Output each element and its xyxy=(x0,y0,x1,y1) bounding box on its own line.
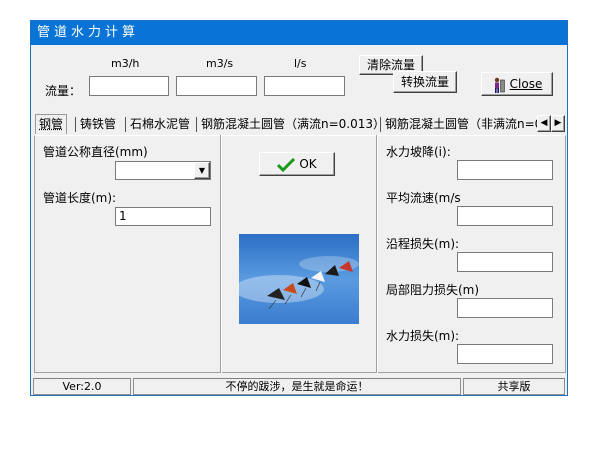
tab-scroll-right-button[interactable]: ▶ xyxy=(551,115,565,132)
unit-label-m3h: m3/h xyxy=(111,57,140,70)
tab-divider xyxy=(75,117,76,132)
tab-divider xyxy=(196,117,197,132)
status-license: 共享版 xyxy=(463,378,565,395)
pipe-type-tabs: 钢管 铸铁管 石棉水泥管 钢筋混凝土圆管（满流n=0.013） 钢筋混凝土圆管（… xyxy=(35,114,565,135)
diameter-select[interactable]: ▼ xyxy=(115,161,211,180)
length-value: 1 xyxy=(119,209,127,223)
tab-steel-pipe[interactable]: 钢管 xyxy=(35,114,68,134)
tab-cast-iron-pipe[interactable]: 铸铁管 xyxy=(77,115,119,133)
unit-label-ls: l/s xyxy=(294,57,307,70)
local-loss-label: 局部阻力损失(m) xyxy=(386,283,480,297)
along-loss-label: 沿程损失(m): xyxy=(386,237,460,251)
app-window: 管道水力计算 m3/h m3/s l/s 流量： 清除流量 转换流量 Close… xyxy=(30,20,568,396)
panel-divider-right xyxy=(376,135,378,373)
flow-m3h-input[interactable] xyxy=(89,76,169,96)
kites-image xyxy=(239,234,359,324)
tab-divider xyxy=(380,117,381,132)
diameter-label: 管道公称直径(mm) xyxy=(43,145,148,159)
checkmark-icon xyxy=(277,157,296,172)
tab-divider xyxy=(125,117,126,132)
length-label: 管道长度(m): xyxy=(43,191,117,205)
chevron-down-icon[interactable]: ▼ xyxy=(194,162,210,179)
close-label: Close xyxy=(509,77,543,91)
velocity-output xyxy=(457,206,553,226)
length-input[interactable]: 1 xyxy=(115,207,211,226)
flow-m3s-input[interactable] xyxy=(176,76,257,96)
velocity-label: 平均流速(m/s xyxy=(386,191,461,205)
convert-flow-button[interactable]: 转换流量 xyxy=(393,71,457,93)
slope-output xyxy=(457,160,553,180)
total-loss-output xyxy=(457,344,553,364)
slope-label: 水力坡降(i): xyxy=(386,145,451,159)
tab-concrete-partial-flow[interactable]: 钢筋混凝土圆管（非满流n=0. xyxy=(382,115,544,133)
tab-scroll-left-button[interactable]: ◀ xyxy=(537,115,551,132)
along-loss-output xyxy=(457,252,553,272)
ok-label: OK xyxy=(299,157,317,171)
flow-label: 流量： xyxy=(45,84,82,98)
tab-concrete-full-flow[interactable]: 钢筋混凝土圆管（满流n=0.013） xyxy=(198,115,388,133)
person-icon xyxy=(494,77,505,93)
ok-button[interactable]: OK xyxy=(259,152,335,176)
title-bar: 管道水力计算 xyxy=(31,21,567,45)
local-loss-output xyxy=(457,298,553,318)
unit-label-m3s: m3/s xyxy=(206,57,234,70)
total-loss-label: 水力损失(m): xyxy=(386,329,460,343)
status-motto: 不停的跋涉，是生就是命运！ xyxy=(133,378,461,395)
flow-ls-input[interactable] xyxy=(264,76,345,96)
panel-divider-left xyxy=(220,135,222,373)
tab-asbestos-cement-pipe[interactable]: 石棉水泥管 xyxy=(127,115,193,133)
status-version: Ver:2.0 xyxy=(33,378,131,395)
close-button[interactable]: Close xyxy=(481,72,553,96)
